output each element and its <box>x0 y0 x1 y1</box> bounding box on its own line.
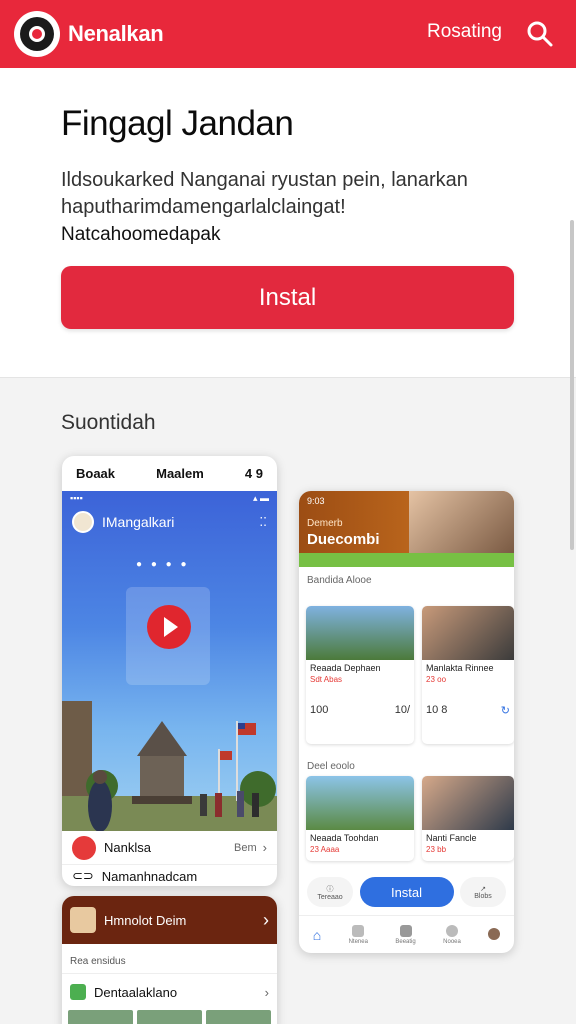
card-stats: 100 10/ <box>306 700 414 720</box>
tab-history[interactable]: Nooea <box>443 924 461 945</box>
preview-app-header: IMangalkari ⁚⁚ <box>62 505 277 539</box>
card-image <box>306 606 414 660</box>
list-item[interactable]: Nanklsa Bem › <box>62 831 277 865</box>
status-bar: Boaak Maalem 4 9 <box>62 456 277 490</box>
status-right: 4 9 <box>244 465 263 481</box>
carousel-dots: ● ● ● ● <box>136 559 190 570</box>
section-label: Rea ensidus <box>62 944 277 974</box>
menu-item-icon <box>72 835 96 860</box>
info-button[interactable]: ⓘ Tereaao <box>307 877 353 907</box>
card-stats: 10 8 ↻ <box>422 700 514 721</box>
landmark-image <box>62 701 277 831</box>
card-subtitle: 23 Aaaa <box>310 845 340 854</box>
card-stat-left: 10 8 <box>426 704 448 716</box>
card-subtitle: 23 bb <box>426 845 447 854</box>
card-stat-right: 10/ <box>394 704 410 716</box>
search-icon[interactable] <box>524 18 556 50</box>
thumbnail-row <box>62 1010 277 1024</box>
content-card[interactable]: Reaada Dephaen Sdt Abas 100 10/ <box>306 606 414 744</box>
section-label: Bandida Alooe <box>307 575 372 586</box>
list-item-meta: Bem <box>234 841 257 854</box>
header-title: Hmnolot Deim <box>104 912 187 928</box>
content-card[interactable]: Manlakta Rinnee 23 oo 10 8 ↻ <box>422 606 514 744</box>
card-subtitle: 23 oo <box>426 675 447 684</box>
action-row: ⓘ Tereaao Instal ↗ Blobs <box>299 871 514 913</box>
tab-home[interactable]: ⌂ <box>313 927 321 943</box>
share-button[interactable]: ↗ Blobs <box>460 877 506 907</box>
preview-header: 9:03 Demerb Duecombi <box>299 491 514 553</box>
screenshot-phone-1[interactable]: Boaak Maalem 4 9 ▪▪▪▪ ▴ ▬ IMangalkari ⁚⁚ … <box>62 456 277 886</box>
install-button-preview[interactable]: Instal <box>359 877 454 907</box>
hero-description: Ildsoukarked Nanganai ryustan pein, lana… <box>61 169 468 218</box>
app-icon <box>70 984 86 1000</box>
avatar <box>488 927 501 940</box>
card-title: Nanti Fancle <box>426 833 477 843</box>
card-image <box>422 776 514 830</box>
avatar <box>72 511 94 533</box>
play-icon[interactable] <box>147 605 191 649</box>
list-item[interactable]: ⊂⊃ Namanhnadcam <box>62 866 277 886</box>
refresh-icon: ↻ <box>500 705 510 717</box>
screenshots-section-title: Suontidah <box>61 411 156 434</box>
hero-section: Fingagl Jandan Ildsoukarked Nanganai ryu… <box>0 68 576 378</box>
card-image <box>422 606 514 660</box>
card-title: Neaada Toohdan <box>310 833 379 843</box>
preview-header: Hmnolot Deim › <box>62 896 277 944</box>
bell-icon <box>352 924 365 937</box>
card-stat-left: 100 <box>310 704 329 716</box>
tab-messages[interactable]: Beeatig <box>395 924 416 945</box>
shield-logo-icon[interactable] <box>14 11 60 57</box>
avatar <box>70 907 96 933</box>
chevron-right-icon: › <box>263 909 269 930</box>
grid-icon: ⁚⁚ <box>259 515 267 529</box>
home-icon: ⌂ <box>312 926 322 943</box>
install-button[interactable]: Instal <box>61 266 514 329</box>
scrollbar[interactable] <box>570 220 574 550</box>
tab-notifications[interactable]: Ntenea <box>349 924 368 945</box>
clock-icon <box>446 924 458 937</box>
header-label: Demerb <box>307 518 343 529</box>
app-preview: ▪▪▪▪ ▴ ▬ IMangalkari ⁚⁚ ● ● ● ● <box>62 491 277 831</box>
card-title: Manlakta Rinnee <box>426 663 494 673</box>
screenshot-phone-2[interactable]: 9:03 Demerb Duecombi Bandida Alooe Reaad… <box>299 491 514 953</box>
content-card[interactable]: Neaada Toohdan 23 Aaaa <box>306 776 414 861</box>
card-image <box>306 776 414 830</box>
page-title: Fingagl Jandan <box>61 104 294 143</box>
bottom-tab-bar: ⌂ Ntenea Beeatig Nooea <box>299 915 514 953</box>
list-item-label: Nanklsa <box>104 840 151 855</box>
car-icon: ⊂⊃ <box>72 868 94 883</box>
hero-subtext: Natcahoomedapak <box>61 224 221 245</box>
header-photo <box>409 491 514 553</box>
list-item-label: Namanhnadcam <box>101 868 198 884</box>
list-item[interactable]: Dentaalaklano › <box>62 974 277 1010</box>
tab-profile[interactable] <box>488 927 501 942</box>
chevron-right-icon: › <box>264 984 269 1000</box>
app-name: Nenalkan <box>68 21 164 46</box>
chat-icon <box>399 924 412 937</box>
screenshot-phone-3[interactable]: Hmnolot Deim › Rea ensidus Dentaalaklano… <box>62 896 277 1024</box>
top-nav-link[interactable]: Rosating <box>427 21 502 43</box>
mini-status-bar: ▪▪▪▪ ▴ ▬ <box>70 493 269 503</box>
green-banner <box>299 553 514 567</box>
chevron-right-icon: › <box>262 840 267 855</box>
top-app-bar: Nenalkan Rosating <box>0 0 576 68</box>
card-title: Reaada Dephaen <box>310 663 381 673</box>
card-subtitle: Sdt Abas <box>310 675 343 684</box>
preview-app-title: IMangalkari <box>102 514 175 530</box>
header-title: Duecombi <box>307 531 380 548</box>
list-item-label: Dentaalaklano <box>94 984 178 1000</box>
share-icon: ↗ <box>480 885 486 893</box>
info-icon: ⓘ <box>326 885 334 893</box>
status-left: Boaak <box>76 465 116 481</box>
section-label: Deel eoolo <box>307 761 355 772</box>
content-card[interactable]: Nanti Fancle 23 bb <box>422 776 514 861</box>
status-center: Maalem <box>156 465 204 481</box>
